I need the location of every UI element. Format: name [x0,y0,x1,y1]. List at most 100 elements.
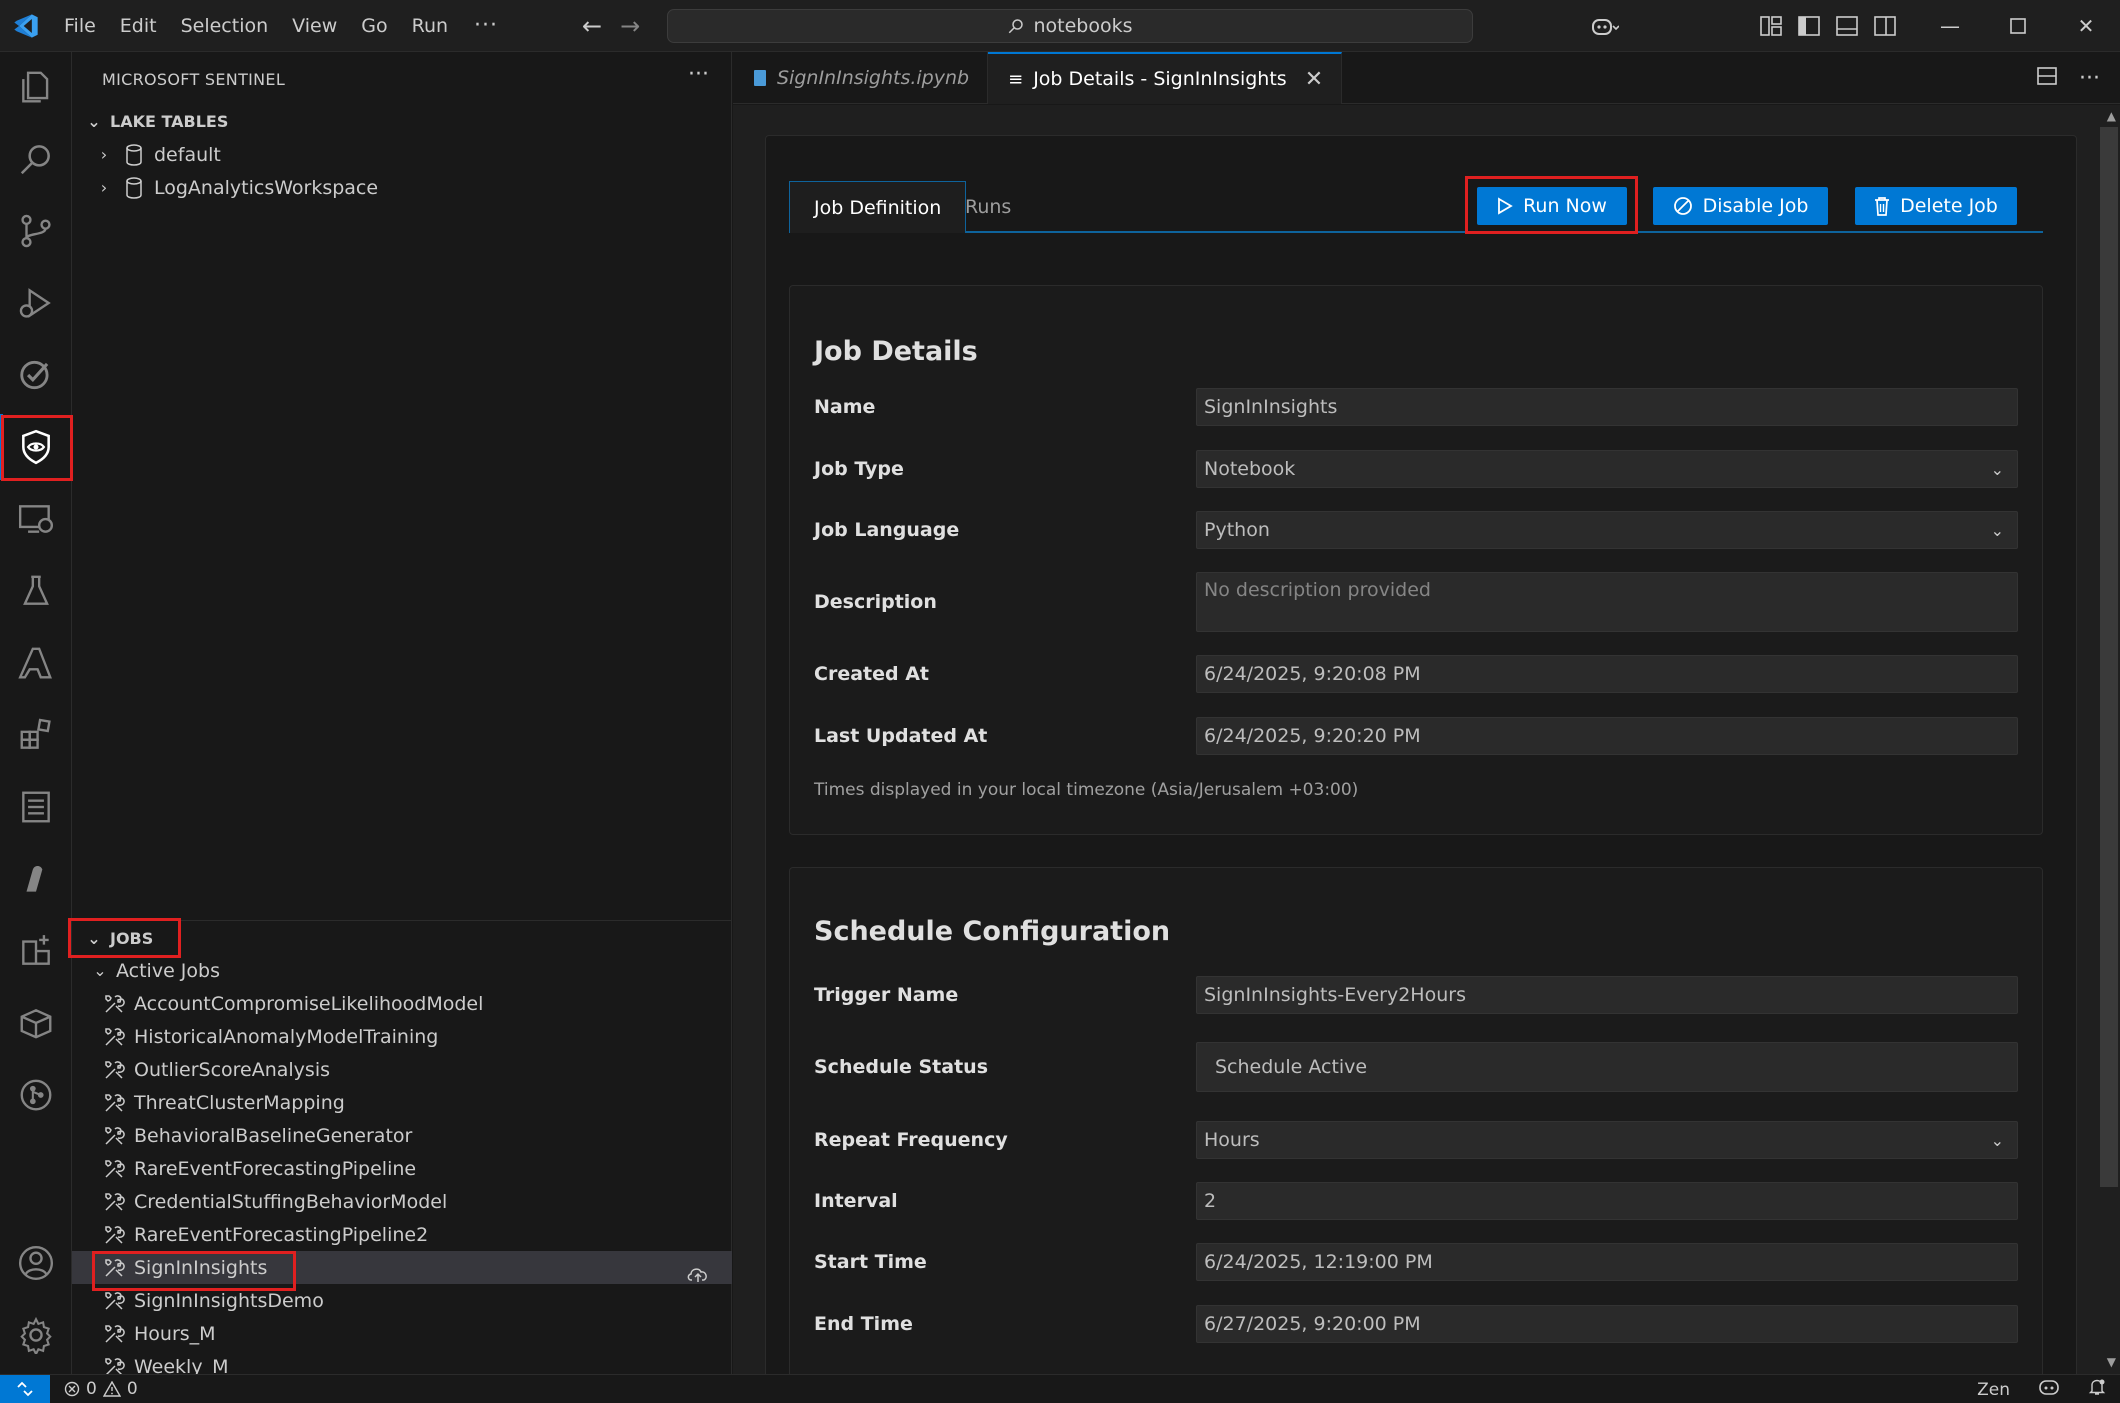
notifications-bell-icon[interactable] [2088,1378,2106,1401]
toggle-primary-sidebar-icon[interactable] [1790,0,1828,52]
package-icon[interactable] [0,990,72,1056]
notebook-icon[interactable] [0,774,72,840]
chevron-down-icon: ⌄ [1990,520,2004,540]
toggle-panel-icon[interactable] [1828,0,1866,52]
settings-gear-icon[interactable] [0,1302,72,1368]
job-item[interactable]: CredentialStuffingBehaviorModel [72,1185,732,1218]
job-extension-icon[interactable] [0,918,72,984]
last-updated-field[interactable]: 6/24/2025, 9:20:20 PM [1196,717,2018,755]
microsoft-sentinel-icon[interactable] [0,414,72,480]
sidebar-more-icon[interactable]: ··· [688,62,709,87]
jobs-section-header[interactable]: ⌄ JOBS [82,923,153,953]
copilot-status-icon[interactable] [2038,1378,2060,1401]
tree-item-loganalyticsworkspace[interactable]: › LogAnalyticsWorkspace [72,171,732,204]
start-time-field[interactable]: 6/24/2025, 12:19:00 PM [1196,1243,2018,1281]
end-time-value: 6/27/2025, 9:20:00 PM [1204,1313,1421,1335]
close-window-icon[interactable]: ✕ [2052,0,2120,52]
disable-job-button[interactable]: Disable Job [1653,187,1828,225]
menu-view[interactable]: View [280,0,349,52]
synapse-icon[interactable] [0,846,72,912]
azure-icon[interactable] [0,630,72,696]
menu-more-icon[interactable]: ··· [460,13,512,38]
search-icon[interactable] [0,126,72,192]
back-arrow-icon[interactable]: ← [582,12,602,40]
description-textarea[interactable]: No description provided [1196,572,2018,632]
editor-more-icon[interactable]: ··· [2079,66,2100,91]
repeat-frequency-select[interactable]: Hours ⌄ [1196,1121,2018,1159]
job-item[interactable]: Hours_M [72,1317,732,1350]
job-item[interactable]: RareEventForecastingPipeline2 [72,1218,732,1251]
scroll-up-arrow-icon[interactable]: ▲ [2107,109,2116,123]
error-icon [64,1381,80,1397]
remote-indicator-icon[interactable] [0,1374,50,1403]
source-control-icon[interactable] [0,198,72,264]
run-debug-icon[interactable] [0,270,72,336]
tree-item-default[interactable]: › default [72,138,732,171]
job-item[interactable]: RareEventForecastingPipeline [72,1152,732,1185]
status-bar: 0 0 Zen [0,1374,2120,1403]
remote-explorer-icon[interactable] [0,486,72,552]
tools-icon [102,1124,126,1148]
git-graph-icon[interactable] [0,1062,72,1128]
trigger-name-field[interactable]: SignInInsights-Every2Hours [1196,976,2018,1014]
job-item[interactable]: ThreatClusterMapping [72,1086,732,1119]
job-item[interactable]: SignInInsights [72,1251,732,1284]
flask-icon[interactable] [0,558,72,624]
delete-job-button[interactable]: Delete Job [1855,187,2017,225]
tab-signininsights-notebook[interactable]: SignInInsights.ipynb [733,52,989,104]
interval-field[interactable]: 2 [1196,1182,2018,1220]
scroll-down-arrow-icon[interactable]: ▼ [2107,1355,2116,1369]
lake-tables-section-header[interactable]: ⌄ LAKE TABLES [82,106,228,136]
tab-runs[interactable]: Runs [941,181,1035,233]
scrollbar-thumb[interactable] [2100,127,2118,1187]
editor-tab-bar: SignInInsights.ipynb ≡ Job Details - Sig… [733,52,2120,104]
disable-icon [1673,197,1692,215]
menu-go[interactable]: Go [349,0,399,52]
tree-item-label: default [154,143,221,166]
command-center-search[interactable]: notebooks [667,9,1473,43]
close-icon[interactable]: ✕ [1305,67,1323,92]
menu-selection[interactable]: Selection [169,0,281,52]
schedule-status-field: Schedule Active [1196,1042,2018,1092]
toggle-secondary-sidebar-icon[interactable] [1866,0,1904,52]
explorer-icon[interactable] [0,54,72,120]
copilot-icon[interactable] [1576,0,1632,52]
zen-mode-indicator[interactable]: Zen [1977,1380,2010,1400]
vscode-logo-icon [0,0,52,52]
testing-icon[interactable] [0,342,72,408]
navigation-arrows: ← → [582,0,640,52]
tab-job-definition[interactable]: Job Definition [789,181,967,233]
problems-indicator[interactable]: 0 0 [64,1379,138,1399]
customize-layout-icon[interactable] [1752,0,1790,52]
job-item-label: BehavioralBaselineGenerator [134,1124,413,1147]
job-type-select[interactable]: Notebook ⌄ [1196,450,2018,488]
forward-arrow-icon[interactable]: → [620,12,640,40]
repeat-frequency-label: Repeat Frequency [814,1129,1008,1151]
chevron-right-icon: › [100,178,108,197]
accounts-icon[interactable] [0,1230,72,1296]
minimize-icon[interactable]: — [1916,0,1984,52]
job-item[interactable]: OutlierScoreAnalysis [72,1053,732,1086]
job-language-select[interactable]: Python ⌄ [1196,511,2018,549]
tree-item-active-jobs[interactable]: ⌄ Active Jobs [72,954,732,987]
maximize-icon[interactable] [1984,0,2052,52]
extensions-icon[interactable] [0,702,72,768]
menu-file[interactable]: File [52,0,108,52]
chevron-down-icon: ⌄ [87,111,101,131]
job-item[interactable]: HistoricalAnomalyModelTraining [72,1020,732,1053]
editor-scrollbar[interactable]: ▲ ▼ [2098,105,2120,1374]
menu-edit[interactable]: Edit [108,0,169,52]
list-icon: ≡ [1008,68,1024,90]
job-item[interactable]: SignInInsightsDemo [72,1284,732,1317]
menu-run[interactable]: Run [400,0,460,52]
name-field[interactable]: SignInInsights [1196,388,2018,426]
tree-group-label: Active Jobs [116,959,220,982]
job-item[interactable]: AccountCompromiseLikelihoodModel [72,987,732,1020]
job-item[interactable]: BehavioralBaselineGenerator [72,1119,732,1152]
split-editor-icon[interactable] [2037,66,2057,91]
run-now-button[interactable]: Run Now [1477,187,1627,225]
created-at-field[interactable]: 6/24/2025, 9:20:08 PM [1196,655,2018,693]
end-time-field[interactable]: 6/27/2025, 9:20:00 PM [1196,1305,2018,1343]
tab-job-details[interactable]: ≡ Job Details - SignInInsights ✕ [988,52,1343,104]
cloud-upload-icon[interactable] [685,1261,711,1287]
